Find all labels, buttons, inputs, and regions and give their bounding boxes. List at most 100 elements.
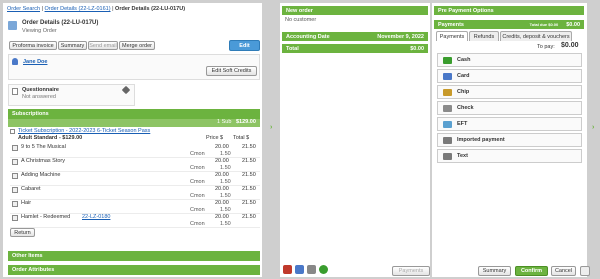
edit-label: Edit — [239, 42, 250, 49]
payment-method-label: Chip — [457, 89, 470, 95]
subscriptions-header[interactable]: Subscriptions — [8, 109, 260, 119]
cancel-button[interactable]: Cancel — [551, 266, 576, 276]
subscription-row: Hamlet - Redeemed 20.00 21.50 Cmon 1.50 22-LZ… — [10, 213, 260, 228]
pre-payment-options-header[interactable]: Pre Payment Options — [434, 6, 584, 15]
tab-credits[interactable]: Credits, deposit & vouchers — [500, 31, 572, 41]
row-name: Adding Machine — [21, 172, 61, 178]
pencil-icon[interactable] — [12, 215, 18, 221]
edit-soft-credits-button[interactable]: Edit Soft Credits — [206, 66, 257, 76]
phone-icon[interactable] — [283, 265, 292, 274]
payments-button[interactable]: Payments — [392, 266, 430, 276]
eft-icon — [443, 120, 452, 128]
payments-amount: $0.00 — [566, 21, 580, 28]
row-total: 21.50 — [242, 214, 256, 220]
breadcrumb-order-search[interactable]: Order Search — [7, 6, 40, 12]
close-icon[interactable] — [580, 266, 590, 276]
subscription-row: Hair 20.00 21.50 Cmon 1.50 — [10, 199, 260, 214]
col-price-header: Price $ — [206, 135, 224, 141]
envelope-icon[interactable] — [295, 265, 304, 274]
card-icon — [443, 72, 452, 80]
confirm-button[interactable]: Confirm — [515, 266, 548, 276]
payment-method-label: Card — [457, 73, 470, 79]
customer-name[interactable]: Jane Doe — [23, 59, 47, 65]
no-customer-label: No customer — [285, 17, 317, 23]
order-total-bar: Total $0.00 — [282, 44, 428, 53]
row-price: 20.00 — [215, 200, 229, 206]
row-fee: 1.50 — [220, 221, 231, 227]
payment-method-text[interactable]: Text — [437, 149, 582, 163]
questionnaire-status: Not answered — [22, 94, 56, 100]
row-price: 20.00 — [215, 144, 229, 150]
subscription-link[interactable]: Ticket Subscription - 2022-2023 6-Ticket… — [18, 128, 150, 134]
pencil-icon[interactable] — [12, 173, 18, 179]
payment-method-label: EFT — [457, 121, 468, 127]
text-icon — [443, 152, 452, 160]
person-icon — [12, 58, 18, 65]
collapse-right-icon[interactable]: › — [592, 124, 594, 131]
subscription-checkbox[interactable] — [10, 129, 15, 134]
payment-method-imported-payment[interactable]: Imported payment — [437, 133, 582, 147]
breadcrumb-current: Order Details (22-LU-017U) — [115, 6, 186, 12]
row-price: 20.00 — [215, 214, 229, 220]
imported-payment-icon — [443, 136, 452, 144]
subscription-total: $129.00 — [236, 119, 256, 125]
globe-icon[interactable] — [319, 265, 328, 274]
questionnaire-title: Questionnaire — [22, 87, 59, 93]
subscription-row: Cabaret 20.00 21.50 Cmon 1.50 — [10, 185, 260, 200]
merge-order-button[interactable]: Merge order — [119, 41, 155, 50]
other-items-header[interactable]: Other Items — [8, 251, 260, 261]
payment-method-eft[interactable]: EFT — [437, 117, 582, 131]
subscription-row: A Christmas Story 20.00 21.50 Cmon 1.50 — [10, 157, 260, 172]
accounting-date-label: Accounting Date — [286, 33, 330, 40]
row-name: Cabaret — [21, 186, 41, 192]
tab-refunds[interactable]: Refunds — [469, 31, 499, 41]
row-name: 9 to 5 The Musical — [21, 144, 66, 150]
payments-header: Payments Total due $0.00 $0.00 — [434, 20, 584, 29]
breadcrumb-order-0161[interactable]: Order Details (22-LZ-0161) — [45, 6, 111, 12]
pencil-icon[interactable] — [12, 145, 18, 151]
summary-footer-button[interactable]: Summary — [478, 266, 511, 276]
edit-button[interactable]: Edit — [229, 40, 260, 51]
tab-payments[interactable]: Payments — [436, 31, 468, 41]
order-details-pane: Order Search | Order Details (22-LZ-0161… — [3, 3, 262, 277]
payment-method-chip[interactable]: Chip — [437, 85, 582, 99]
row-total: 21.50 — [242, 144, 256, 150]
payment-method-card[interactable]: Card — [437, 69, 582, 83]
to-pay-label: To pay: — [537, 44, 555, 50]
order-icon — [8, 21, 17, 30]
total-value: $0.00 — [410, 45, 424, 52]
subscription-row: 9 to 5 The Musical 20.00 21.50 Cmon 1.50 — [10, 143, 260, 158]
row-name: A Christmas Story — [21, 158, 66, 164]
action-icons — [283, 265, 328, 274]
pencil-icon[interactable] — [12, 159, 18, 165]
col-total-header: Total $ — [233, 135, 250, 141]
order-subtitle: Viewing Order — [22, 28, 57, 34]
row-name: Hamlet - Redeemed — [21, 214, 71, 220]
to-pay-value: $0.00 — [561, 42, 579, 49]
user-icon[interactable] — [307, 265, 316, 274]
accounting-date-value: November 9, 2022 — [377, 33, 424, 40]
redeemed-order-link[interactable]: 22-LZ-0180 — [82, 214, 110, 220]
row-total: 21.50 — [242, 172, 256, 178]
pencil-icon[interactable] — [12, 201, 18, 207]
proforma-invoice-button[interactable]: Proforma invoice — [9, 41, 57, 50]
total-label: Total — [286, 45, 299, 52]
chip-icon — [443, 88, 452, 96]
row-total: 21.50 — [242, 186, 256, 192]
payment-method-cash[interactable]: Cash — [437, 53, 582, 67]
payment-method-label: Text — [457, 153, 468, 159]
total-due: Total due $0.00 — [529, 21, 559, 27]
payment-method-check[interactable]: Check — [437, 101, 582, 115]
pencil-icon[interactable] — [12, 187, 18, 193]
row-price: 20.00 — [215, 172, 229, 178]
collapse-left-icon[interactable]: › — [270, 124, 272, 131]
order-title: Order Details (22-LU-017U) — [22, 20, 99, 26]
return-button[interactable]: Return — [10, 228, 35, 237]
accounting-date-bar[interactable]: Accounting Date November 9, 2022 — [282, 32, 428, 41]
breadcrumb: Order Search | Order Details (22-LZ-0161… — [7, 6, 186, 12]
row-method: Cmon — [190, 221, 205, 227]
order-attributes-header[interactable]: Order Attributes — [8, 265, 260, 275]
send-email-button[interactable]: Send email — [88, 41, 118, 50]
row-name: Hair — [21, 200, 32, 206]
summary-button[interactable]: Summary — [58, 41, 87, 50]
